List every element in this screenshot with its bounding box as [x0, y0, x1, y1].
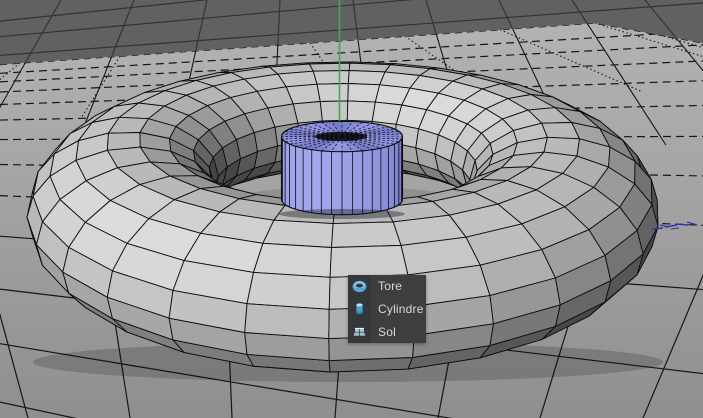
zfight-cluster — [315, 132, 367, 141]
viewport-canvas[interactable] — [0, 0, 703, 418]
cylinder-icon — [348, 298, 371, 320]
object-row-floor[interactable]: Sol — [348, 321, 426, 343]
object-label-floor: Sol — [371, 325, 396, 339]
3d-viewport[interactable]: Tore Cylindre Sol — [0, 0, 703, 418]
object-row-cylinder[interactable]: Cylindre — [348, 298, 426, 320]
object-label-torus: Tore — [371, 279, 402, 293]
floor-icon — [348, 321, 371, 343]
object-label-cylinder: Cylindre — [371, 302, 424, 316]
torus-icon — [348, 275, 371, 297]
object-list-panel: Tore Cylindre Sol — [348, 275, 426, 343]
object-row-torus[interactable]: Tore — [348, 275, 426, 297]
cylinder-object[interactable] — [279, 121, 405, 219]
